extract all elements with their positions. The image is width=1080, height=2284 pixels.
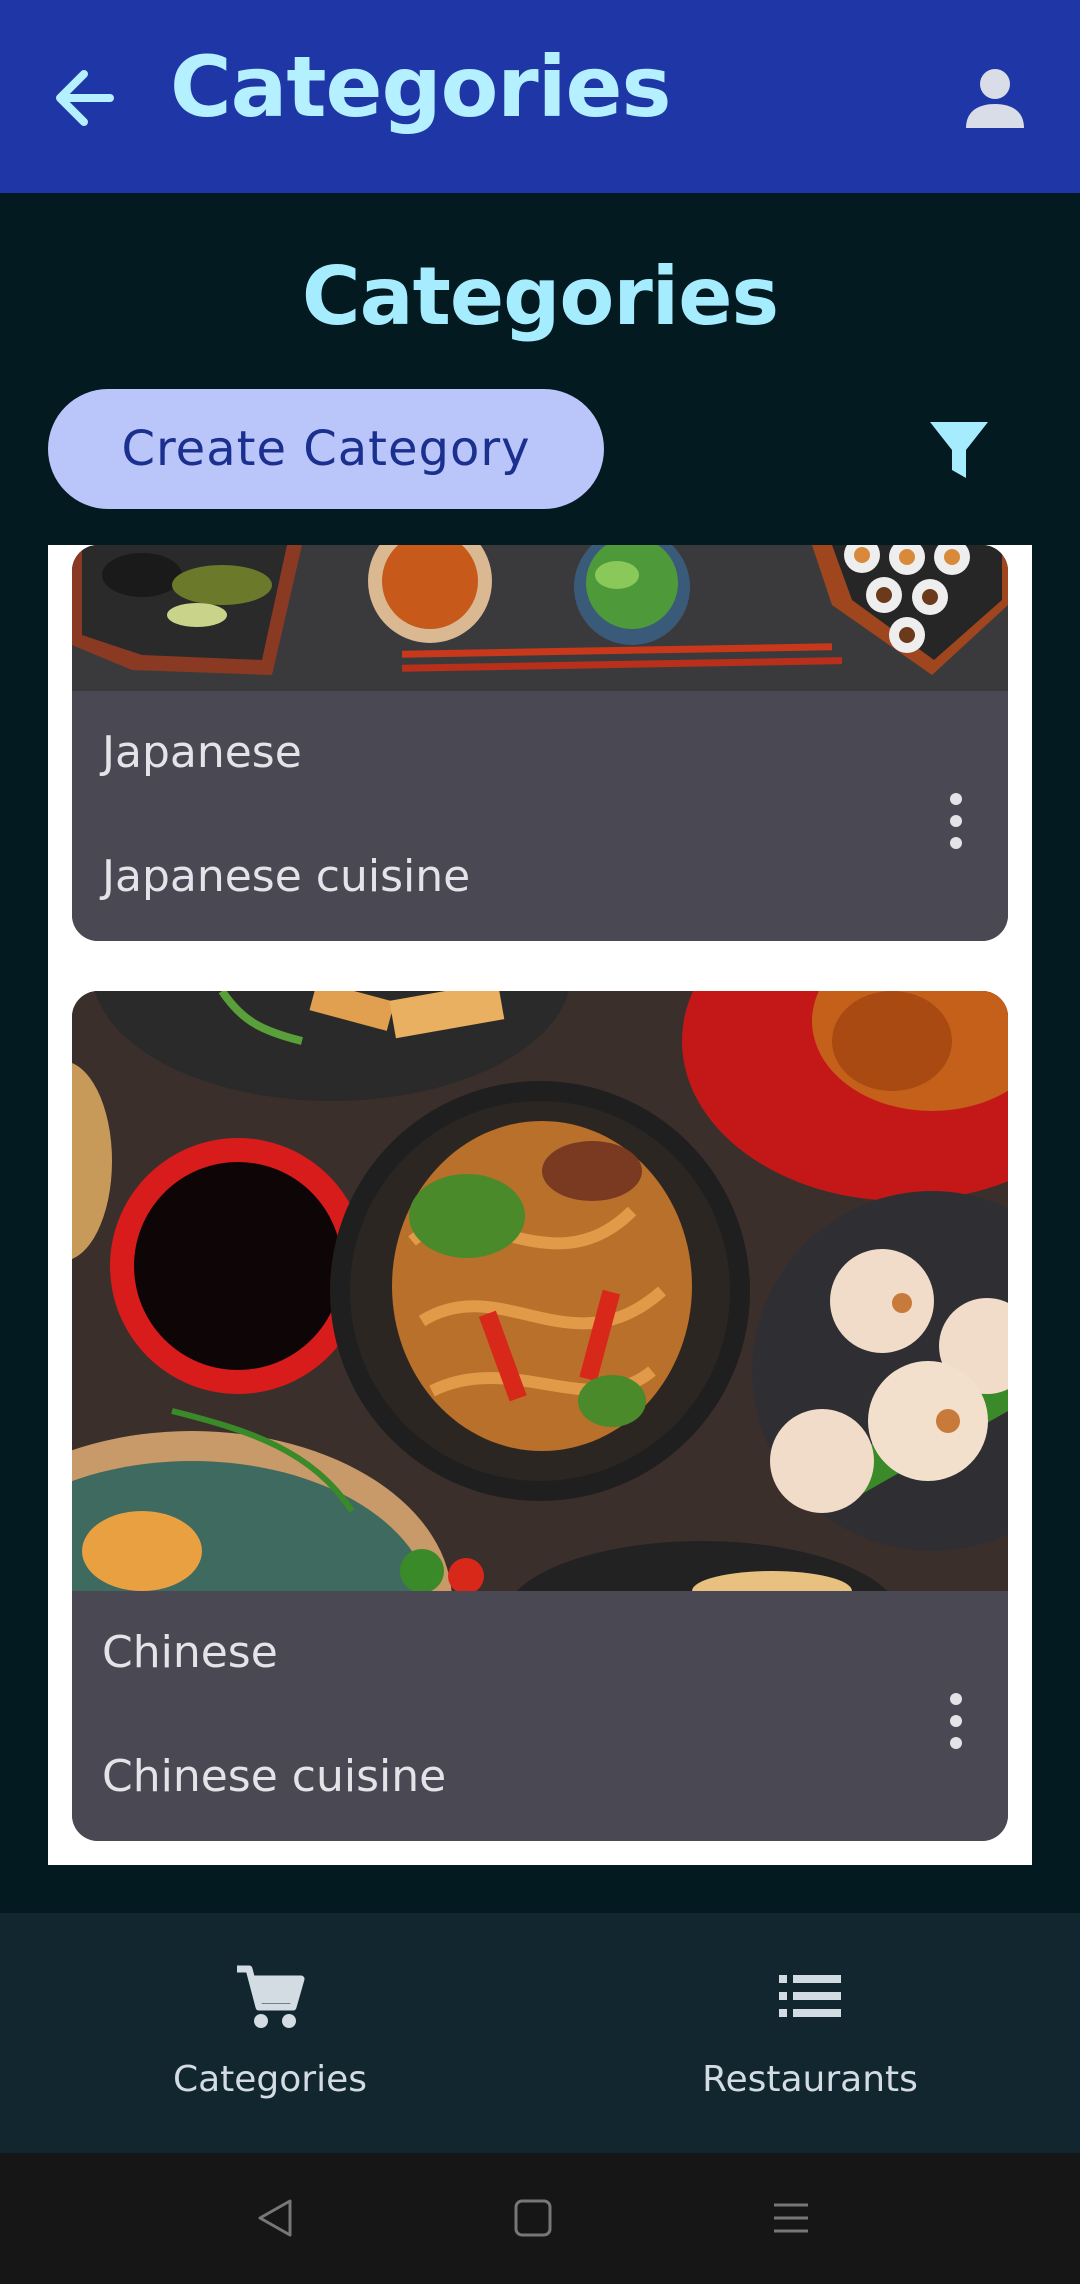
category-name: Japanese bbox=[102, 727, 302, 778]
app-bar-title: Categories bbox=[170, 38, 671, 136]
category-info: Japanese Japanese cuisine bbox=[72, 691, 1008, 941]
nav-item-restaurants[interactable]: Restaurants bbox=[540, 1913, 1080, 2153]
app-bar: Categories bbox=[0, 0, 1080, 193]
more-vert-icon[interactable] bbox=[946, 1691, 966, 1751]
more-vert-icon[interactable] bbox=[946, 791, 966, 851]
home-square-icon[interactable] bbox=[510, 2195, 556, 2241]
filter-icon[interactable] bbox=[924, 416, 994, 486]
nav-label: Categories bbox=[172, 2059, 368, 2100]
category-description: Chinese cuisine bbox=[102, 1751, 447, 1802]
chinese-food-photo bbox=[72, 991, 1008, 1591]
category-name: Chinese bbox=[102, 1627, 278, 1678]
back-triangle-icon[interactable] bbox=[252, 2195, 298, 2241]
menu-lines-icon[interactable] bbox=[768, 2195, 814, 2241]
page-title: Categories bbox=[301, 250, 779, 343]
japanese-food-photo bbox=[72, 545, 1008, 691]
category-list[interactable]: Japanese Japanese cuisine Chinese Chines… bbox=[48, 545, 1032, 1865]
nav-item-categories[interactable]: Categories bbox=[0, 1913, 540, 2153]
shopping-cart-icon bbox=[237, 1965, 305, 2028]
nav-label: Restaurants bbox=[702, 2059, 918, 2100]
category-description: Japanese cuisine bbox=[102, 851, 471, 902]
category-info: Chinese Chinese cuisine bbox=[72, 1591, 1008, 1841]
list-icon bbox=[779, 1975, 841, 2017]
category-card[interactable]: Japanese Japanese cuisine bbox=[72, 545, 1008, 941]
bottom-navigation: Categories Restaurants bbox=[0, 1913, 1080, 2153]
category-card[interactable]: Chinese Chinese cuisine bbox=[72, 991, 1008, 1841]
create-category-button[interactable]: Create Category bbox=[48, 389, 604, 509]
system-navigation-bar bbox=[0, 2153, 1080, 2284]
person-icon[interactable] bbox=[962, 66, 1028, 132]
arrow-back-icon[interactable] bbox=[50, 58, 120, 138]
